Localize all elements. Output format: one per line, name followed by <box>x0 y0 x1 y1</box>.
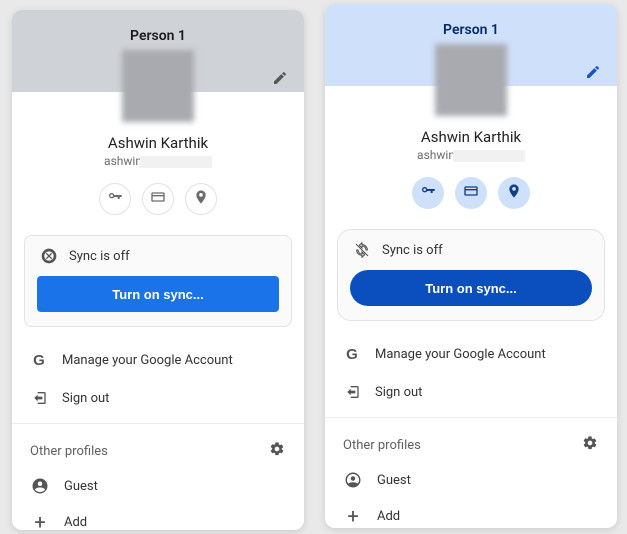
card-icon <box>150 189 166 209</box>
user-block: Ashwin Karthik ashwin <box>12 134 304 169</box>
other-profiles-section: Other profiles Guest + Add <box>12 430 304 530</box>
plus-icon: + <box>343 506 363 526</box>
sign-out-row[interactable]: Sign out <box>12 379 304 417</box>
pencil-icon <box>585 64 601 84</box>
divider <box>12 423 304 424</box>
signout-icon <box>343 383 361 401</box>
sync-status-row: Sync is off <box>350 242 592 258</box>
payments-chip[interactable] <box>142 183 174 215</box>
google-g-icon: G <box>30 351 48 369</box>
sync-status-label: Sync is off <box>382 243 443 258</box>
sync-status-row: Sync is off <box>37 248 279 264</box>
google-g-icon: G <box>343 345 361 363</box>
avatar <box>122 50 194 122</box>
edit-profile-button[interactable] <box>583 64 603 84</box>
passwords-chip[interactable] <box>99 183 131 215</box>
redacted-email-mask <box>140 156 212 168</box>
turn-on-sync-button[interactable]: Turn on sync... <box>350 270 592 306</box>
panel-title: Person 1 <box>130 28 186 44</box>
key-icon <box>107 189 123 209</box>
sync-status-label: Sync is off <box>69 249 130 264</box>
signout-icon <box>30 389 48 407</box>
user-email: ashwin <box>104 154 212 168</box>
add-profile-row[interactable]: + Add <box>28 504 288 530</box>
manage-account-row[interactable]: G Manage your Google Account <box>12 341 304 379</box>
menu: G Manage your Google Account Sign out <box>325 335 617 411</box>
add-label: Add <box>64 515 87 530</box>
manage-account-label: Manage your Google Account <box>62 353 233 368</box>
redacted-email-mask <box>453 150 525 162</box>
card-icon <box>463 183 479 203</box>
location-icon <box>193 189 209 209</box>
gear-icon <box>269 441 285 461</box>
manage-profiles-button[interactable] <box>581 436 599 454</box>
avatar <box>435 44 507 116</box>
user-email: ashwin <box>417 148 525 162</box>
menu: G Manage your Google Account Sign out <box>12 341 304 417</box>
manage-profiles-button[interactable] <box>268 442 286 460</box>
other-profiles-header: Other profiles <box>30 444 108 459</box>
profile-panel-default: Person 1 Ashwin Karthik ashwin Sync is o… <box>12 10 304 530</box>
quick-chips <box>325 177 617 209</box>
turn-on-sync-button[interactable]: Turn on sync... <box>37 276 279 312</box>
panel-header: Person 1 <box>325 4 617 86</box>
gear-icon <box>582 435 598 455</box>
other-profiles-header: Other profiles <box>343 438 421 453</box>
sync-box: Sync is off Turn on sync... <box>24 235 292 327</box>
passwords-chip[interactable] <box>412 177 444 209</box>
sign-out-label: Sign out <box>62 391 109 406</box>
sync-box: Sync is off Turn on sync... <box>337 229 605 321</box>
quick-chips <box>12 183 304 215</box>
panel-title: Person 1 <box>443 22 499 38</box>
user-name: Ashwin Karthik <box>12 134 304 152</box>
other-profiles-section: Other profiles Guest + Add <box>325 424 617 528</box>
pencil-icon <box>272 70 288 90</box>
addresses-chip[interactable] <box>498 177 530 209</box>
guest-profile-row[interactable]: Guest <box>28 468 288 504</box>
guest-icon <box>343 470 363 490</box>
guest-label: Guest <box>64 479 98 494</box>
divider <box>325 417 617 418</box>
profile-panel-themed: Person 1 Ashwin Karthik ashwin Sync is o… <box>325 4 617 528</box>
sync-off-icon <box>354 242 370 258</box>
user-name: Ashwin Karthik <box>325 128 617 146</box>
manage-account-row[interactable]: G Manage your Google Account <box>325 335 617 373</box>
payments-chip[interactable] <box>455 177 487 209</box>
manage-account-label: Manage your Google Account <box>375 347 546 362</box>
location-icon <box>506 183 522 203</box>
add-profile-row[interactable]: + Add <box>341 498 601 528</box>
addresses-chip[interactable] <box>185 183 217 215</box>
add-label: Add <box>377 509 400 524</box>
edit-profile-button[interactable] <box>270 70 290 90</box>
guest-icon <box>30 476 50 496</box>
guest-profile-row[interactable]: Guest <box>341 462 601 498</box>
key-icon <box>420 183 436 203</box>
sync-off-icon <box>41 248 57 264</box>
sign-out-label: Sign out <box>375 385 422 400</box>
panel-header: Person 1 <box>12 10 304 92</box>
guest-label: Guest <box>377 473 411 488</box>
plus-icon: + <box>30 512 50 530</box>
user-block: Ashwin Karthik ashwin <box>325 128 617 163</box>
sign-out-row[interactable]: Sign out <box>325 373 617 411</box>
